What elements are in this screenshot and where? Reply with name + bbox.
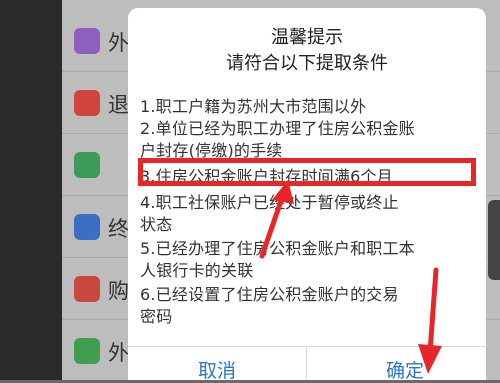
purple-user-icon (74, 28, 100, 54)
list-item-label: 外 (108, 31, 129, 55)
list-item-label: 购 (108, 279, 129, 303)
list-item-label: 退 (108, 93, 129, 117)
green-check-document-icon (74, 338, 100, 364)
list-item-label: 终 (108, 217, 129, 241)
red-user-icon (74, 90, 100, 116)
scroll-handle[interactable] (488, 200, 500, 280)
red-document-icon (74, 276, 100, 302)
dialog-title: 温馨提示 (271, 27, 343, 48)
cancel-button[interactable]: 取消 (198, 356, 236, 383)
condition-line: 1.职工户籍为苏州大市范围以外 (140, 97, 367, 116)
blue-list-icon (74, 214, 100, 240)
left-dark-strip (0, 0, 62, 380)
condition-line: 5.已经办理了住房公积金账户和职工本 (140, 239, 415, 258)
button-separator (306, 346, 307, 380)
confirm-button[interactable]: 确定 (386, 356, 424, 383)
condition-line: 状态 (140, 215, 173, 234)
dialog-subtitle: 请符合以下提取条件 (226, 53, 388, 74)
condition-line: 人银行卡的关联 (140, 261, 254, 280)
green-document-icon (74, 152, 100, 178)
condition-line: 6.已经设置了住房公积金账户的交易 (140, 285, 399, 304)
tips-dialog: 温馨提示 请符合以下提取条件 1.职工户籍为苏州大市范围以外 2.单位已经为职工… (128, 8, 486, 383)
highlight-box (138, 158, 476, 186)
condition-line: 密码 (140, 307, 173, 326)
list-item-label: 外 (108, 341, 129, 365)
condition-line: 2.单位已经为职工办理了住房公积金账 (140, 119, 415, 138)
condition-line: 4.职工社保账户已经处于暂停或终止 (140, 193, 399, 212)
button-divider (128, 346, 486, 347)
